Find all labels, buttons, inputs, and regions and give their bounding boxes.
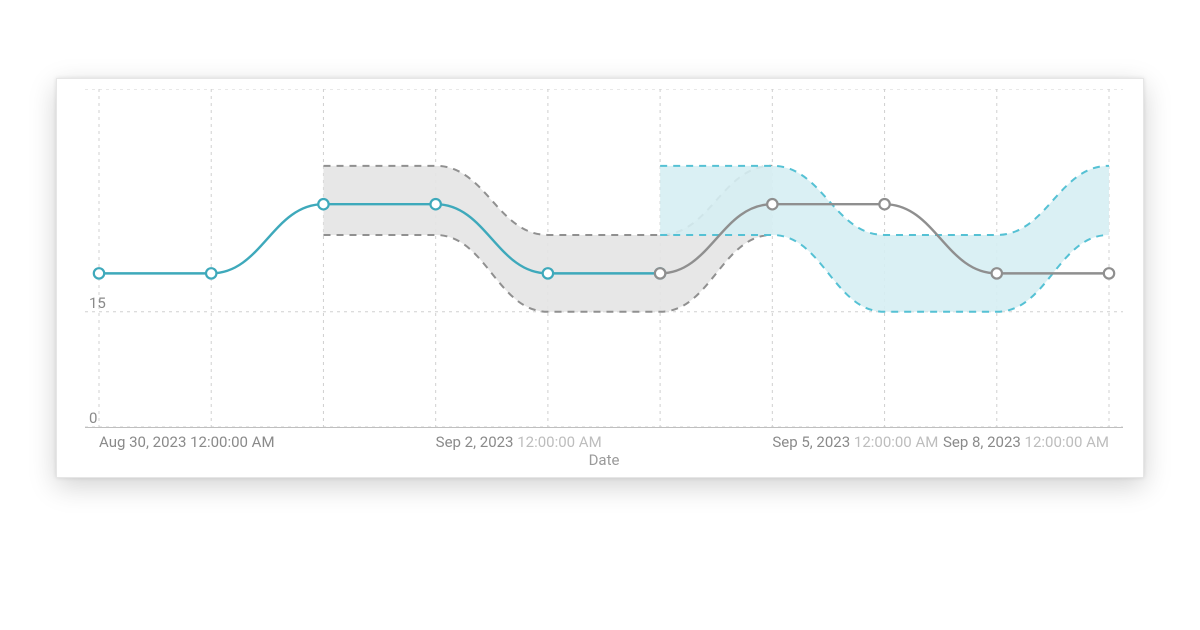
- x-tick-label: Aug 30, 2023 12:00:00 AM: [99, 433, 275, 451]
- timeseries-chart: 01544Aug 30, 2023 12:00:00 AM Sep 2, 202…: [71, 89, 1131, 469]
- point-forecast: [879, 199, 889, 209]
- chart-plot: 01544Aug 30, 2023 12:00:00 AM Sep 2, 202…: [71, 89, 1131, 427]
- x-axis-label: Date: [589, 451, 620, 469]
- x-tick-label: Sep 5, 2023 12:00:00 AM: [772, 433, 938, 451]
- y-tick-label: 0: [89, 409, 97, 427]
- point-forecast: [655, 268, 665, 278]
- chart-panel: 01544Aug 30, 2023 12:00:00 AM Sep 2, 202…: [56, 78, 1144, 478]
- point-observed: [430, 199, 440, 209]
- y-tick-label: 15: [89, 294, 106, 312]
- point-observed: [94, 268, 104, 278]
- x-tick-label: Sep 2, 2023 12:00:00 AM: [436, 433, 602, 451]
- point-observed: [318, 199, 328, 209]
- point-observed: [543, 268, 553, 278]
- x-tick-label: Sep 8, 2023 12:00:00 AM: [943, 433, 1109, 451]
- point-forecast: [1104, 268, 1114, 278]
- point-forecast: [992, 268, 1002, 278]
- point-forecast: [767, 199, 777, 209]
- point-observed: [206, 268, 216, 278]
